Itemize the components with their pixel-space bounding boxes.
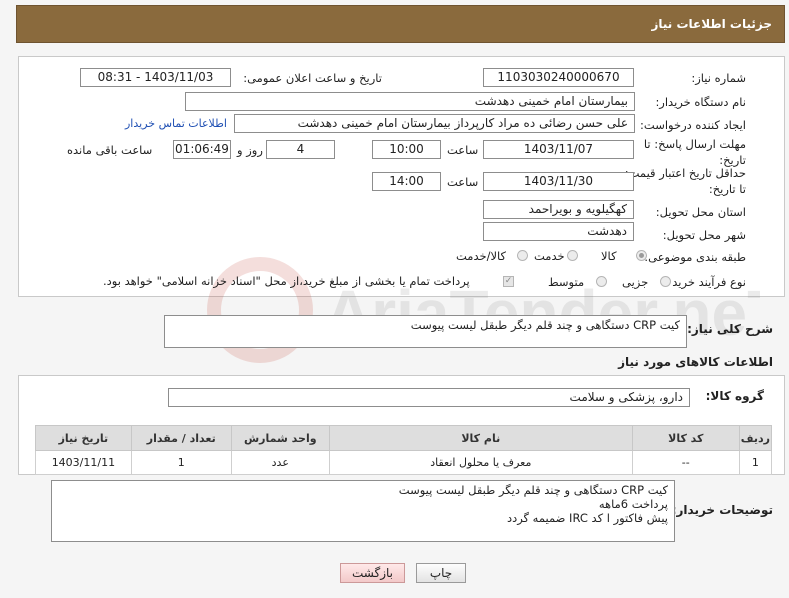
category-radio-goods[interactable] bbox=[636, 250, 647, 261]
price-validity-time-label: ساعت bbox=[447, 175, 479, 189]
buyer-contact-link[interactable]: اطلاعات تماس خریدار bbox=[125, 117, 227, 130]
buyer-notes-label: توضیحات خریدار: bbox=[671, 503, 773, 517]
creator-field: علی حسن رضائی ده مراد کارپرداز بیمارستان… bbox=[234, 114, 635, 133]
remaining-time-field: 01:06:49 bbox=[173, 140, 231, 159]
buyer-notes-field: کیت CRP دستگاهی و چند قلم دیگر طبقل لیست… bbox=[51, 480, 675, 542]
city-label: شهر محل تحویل: bbox=[662, 228, 746, 242]
days-label: روز و bbox=[237, 143, 263, 157]
days-field: 4 bbox=[266, 140, 335, 159]
process-radio-minor[interactable] bbox=[660, 276, 671, 287]
cell-qty: 1 bbox=[130, 450, 232, 475]
col-need-date: تاریخ نیاز bbox=[35, 425, 132, 451]
need-number-label: شماره نیاز: bbox=[691, 71, 746, 85]
col-qty: تعداد / مقدار bbox=[130, 425, 232, 451]
page-title: جزئیات اطلاعات نیاز bbox=[651, 17, 772, 31]
col-name: نام کالا bbox=[328, 425, 633, 451]
description-label: شرح کلی نیاز: bbox=[687, 322, 773, 336]
buyer-org-field: بیمارستان امام خمینی دهدشت bbox=[185, 92, 635, 111]
col-row: ردیف bbox=[738, 425, 773, 451]
cell-name: معرف یا محلول انعقاد bbox=[328, 450, 633, 475]
category-option-goods: کالا bbox=[601, 249, 617, 263]
goods-group-field: دارو، پزشکی و سلامت bbox=[168, 388, 690, 407]
cell-need-date: 1403/11/11 bbox=[35, 450, 132, 475]
category-option-goods-service: کالا/خدمت bbox=[456, 249, 507, 263]
deadline-date-field: 1403/11/07 bbox=[483, 140, 634, 159]
process-option-medium: متوسط bbox=[548, 275, 585, 289]
goods-section-title: اطلاعات کالاهای مورد نیاز bbox=[618, 355, 773, 369]
deadline-time-field: 10:00 bbox=[372, 140, 441, 159]
category-option-service: خدمت bbox=[534, 249, 565, 263]
col-code: کد کالا bbox=[631, 425, 740, 451]
category-radio-goods-service[interactable] bbox=[517, 250, 528, 261]
creator-label: ایجاد کننده درخواست: bbox=[640, 118, 746, 132]
goods-group-label: گروه کالا: bbox=[705, 389, 764, 403]
announce-field: 1403/11/03 - 08:31 bbox=[80, 68, 231, 87]
category-radio-service[interactable] bbox=[567, 250, 578, 261]
treasury-checkbox[interactable]: ✓ bbox=[503, 276, 514, 287]
price-validity-label: حداقل تاریخ اعتبار قیمت: تا تاریخ: bbox=[624, 166, 746, 196]
category-label: طبقه بندی موضوعی: bbox=[644, 250, 746, 264]
cell-row: 1 bbox=[738, 450, 773, 475]
deadline-time-label: ساعت bbox=[447, 143, 479, 157]
need-number-field: 1103030240000670 bbox=[483, 68, 634, 87]
process-radio-medium[interactable] bbox=[596, 276, 607, 287]
goods-table: ردیف کد کالا نام کالا واحد شمارش تعداد /… bbox=[35, 425, 773, 475]
print-button[interactable]: چاپ bbox=[416, 563, 466, 583]
description-field: کیت CRP دستگاهی و چند قلم دیگر طبقل لیست… bbox=[164, 315, 687, 348]
remaining-label: ساعت باقی مانده bbox=[67, 143, 153, 157]
treasury-note: پرداخت تمام یا بخشی از مبلغ خرید،از محل … bbox=[103, 274, 470, 288]
price-validity-time-field: 14:00 bbox=[372, 172, 441, 191]
price-validity-date-field: 1403/11/30 bbox=[483, 172, 634, 191]
announce-label: تاریخ و ساعت اعلان عمومی: bbox=[243, 71, 382, 85]
province-field: کهگیلویه و بویراحمد bbox=[483, 200, 634, 219]
col-unit: واحد شمارش bbox=[230, 425, 330, 451]
process-label: نوع فرآیند خرید : bbox=[664, 275, 746, 289]
process-option-minor: جزیی bbox=[622, 275, 649, 289]
table-row: 1 -- معرف یا محلول انعقاد عدد 1 1403/11/… bbox=[35, 450, 773, 475]
province-label: استان محل تحویل: bbox=[655, 205, 746, 219]
cell-code: -- bbox=[631, 450, 740, 475]
buyer-org-label: نام دستگاه خریدار: bbox=[655, 95, 746, 109]
cell-unit: عدد bbox=[230, 450, 330, 475]
city-field: دهدشت bbox=[483, 222, 634, 241]
back-button[interactable]: بازگشت bbox=[340, 563, 405, 583]
deadline-label: مهلت ارسال پاسخ: تا تاریخ: bbox=[643, 137, 746, 167]
page-header: جزئیات اطلاعات نیاز bbox=[16, 5, 785, 43]
